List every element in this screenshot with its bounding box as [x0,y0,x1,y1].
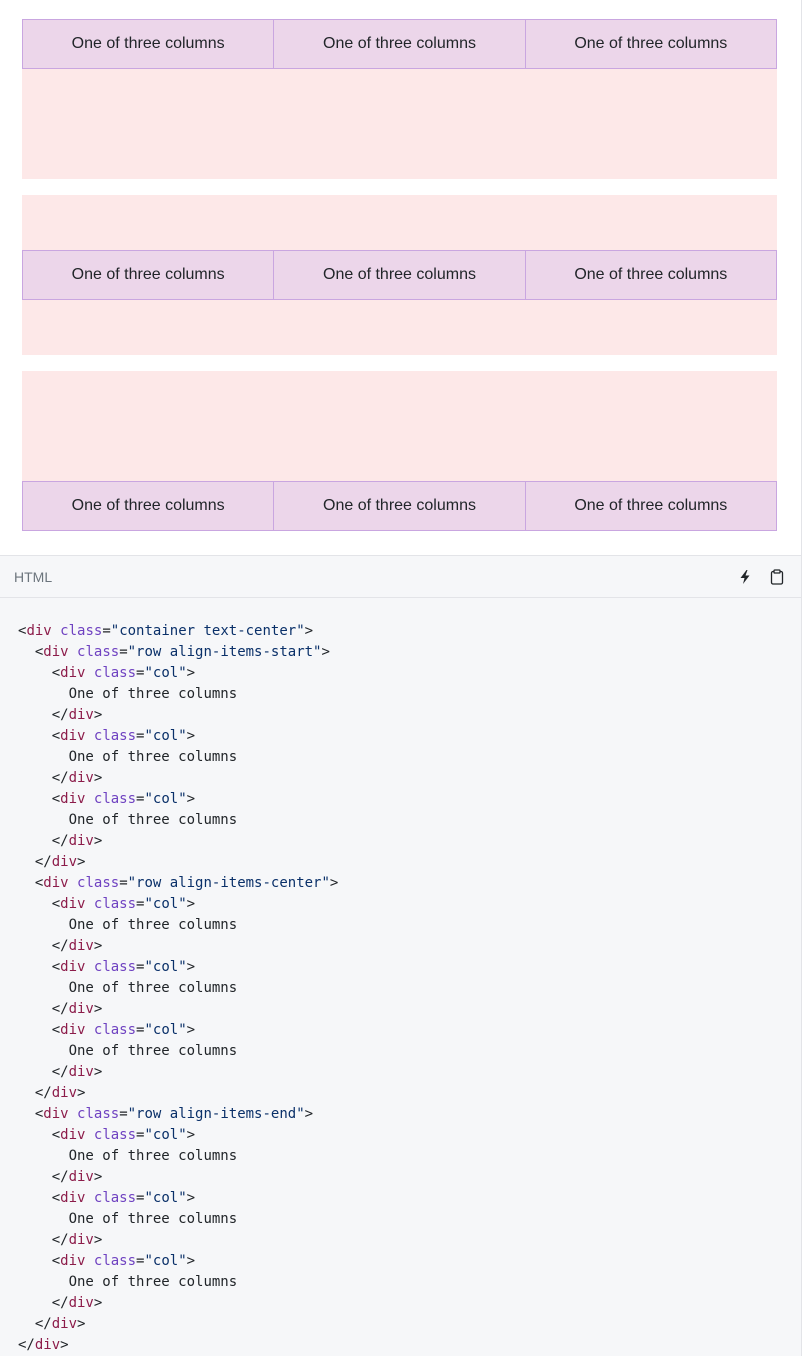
code-line: One of three columns [68,980,238,996]
code-line: <div class="row align-items-start"> [34,644,330,660]
column-cell: One of three columns [524,481,777,531]
column-cell: One of three columns [273,250,526,300]
panel-divider [801,0,802,1356]
code-line: </div> [34,1085,86,1101]
code-line: </div> [34,854,86,870]
code-line: <div class="col"> [51,791,196,807]
code-line: <div class="row align-items-end"> [34,1106,314,1122]
example-preview: One of three columns One of three column… [0,0,801,555]
code-line: </div> [18,1337,69,1353]
code-line: <div class="row align-items-center"> [34,875,339,891]
column-cell: One of three columns [273,481,526,531]
code-line: </div> [51,833,103,849]
code-line: <div class="col"> [51,1127,196,1143]
code-line: <div class="col"> [51,1253,196,1269]
code-header: HTML [0,555,801,598]
code-line: One of three columns [68,917,238,933]
code-line: One of three columns [68,686,238,702]
column-cell: One of three columns [524,250,777,300]
code-line: </div> [51,1064,103,1080]
code-line: </div> [51,938,103,954]
code-line: </div> [51,1169,103,1185]
code-line: <div class="col"> [51,896,196,912]
column-cell: One of three columns [22,250,275,300]
code-line: One of three columns [68,749,238,765]
code-line: </div> [51,1232,103,1248]
column-cell: One of three columns [524,19,777,69]
code-line: <div class="col"> [51,665,196,681]
code-line: </div> [51,707,103,723]
code-line: </div> [51,1295,103,1311]
column-cell: One of three columns [273,19,526,69]
code-line: </div> [51,770,103,786]
code-line: </div> [34,1316,86,1332]
code-line: <div class="col"> [51,1190,196,1206]
code-line: One of three columns [68,1211,238,1227]
code-line: One of three columns [68,1043,238,1059]
column-cell: One of three columns [22,19,275,69]
row-align-items-start: One of three columns One of three column… [22,19,777,179]
row-align-items-end: One of three columns One of three column… [22,371,777,531]
code-line: </div> [51,1001,103,1017]
code-line: One of three columns [68,1274,238,1290]
lightning-icon[interactable] [735,567,755,587]
clipboard-icon[interactable] [767,567,787,587]
code-line: <div class="col"> [51,728,196,744]
code-line: <div class="col"> [51,1022,196,1038]
code-listing: <div class="container text-center"> <div… [18,621,338,1356]
code-line: One of three columns [68,1148,238,1164]
row-align-items-center: One of three columns One of three column… [22,195,777,355]
code-line: <div class="container text-center"> [18,623,314,639]
code-language-label: HTML [14,569,53,585]
code-line: <div class="col"> [51,959,196,975]
column-cell: One of three columns [22,481,275,531]
code-line: One of three columns [68,812,238,828]
code-block: <div class="container text-center"> <div… [0,598,801,1356]
